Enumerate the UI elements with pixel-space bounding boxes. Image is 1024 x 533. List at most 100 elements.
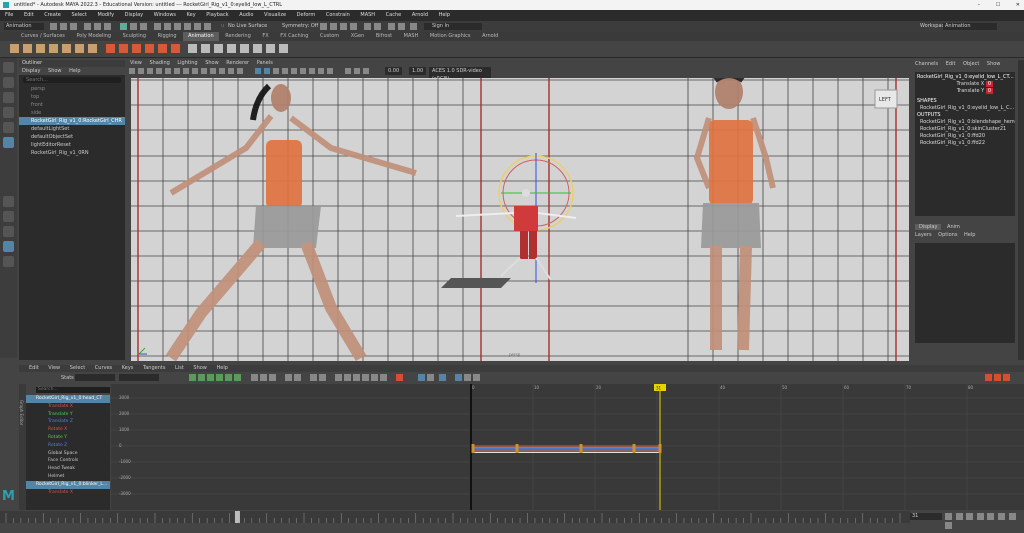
cb-attr-row[interactable]: Translate Y 0 (917, 88, 1013, 95)
cb-attr-ty-value[interactable]: 0 (985, 88, 993, 94)
sign-in-button[interactable]: Sign In (424, 23, 482, 30)
shelf-tab-custom[interactable]: Custom (315, 32, 344, 41)
menu-key[interactable]: Key (187, 12, 196, 18)
shelf-tab-curves[interactable]: Curves / Surfaces (16, 32, 70, 41)
outliner-item-front[interactable]: front (19, 101, 125, 109)
magnet-icon[interactable]: ∪ (221, 23, 225, 29)
ge-key[interactable] (658, 450, 662, 453)
play-forward-icon[interactable] (987, 513, 995, 520)
render-icons[interactable] (320, 23, 420, 31)
time-slider-ruler[interactable] (0, 511, 910, 523)
step-back-icon[interactable] (955, 513, 963, 520)
menu-select[interactable]: Select (71, 12, 86, 18)
ge-channel-item[interactable]: Rotate Z (26, 442, 110, 450)
layout-four-icon[interactable] (3, 211, 14, 222)
exposure-field[interactable]: 0.00 (385, 67, 403, 75)
outliner-item-top[interactable]: top (19, 93, 125, 101)
shelf-tab-fx[interactable]: FX (257, 32, 273, 41)
menu-help[interactable]: Help (439, 12, 450, 18)
ge-channel-item[interactable]: Translate X (26, 403, 110, 411)
outliner-search-input[interactable]: Search... (23, 77, 121, 83)
cb-output-item[interactable]: RocketGirl_Rig_v1_0:skinCluster21 (917, 126, 1013, 133)
viewport-menu-show[interactable]: Show (205, 60, 219, 66)
menu-cache[interactable]: Cache (386, 12, 402, 18)
layer-tab-display[interactable]: Display (915, 224, 942, 230)
ge-channel-item[interactable]: RocketGirl_Rig_v1_0:blinker_L... (26, 480, 110, 489)
outliner-item-persp[interactable]: persp (19, 85, 125, 93)
outliner-menu-display[interactable]: Display (22, 68, 40, 74)
scale-tool-icon[interactable] (3, 137, 14, 148)
ge-key[interactable] (632, 444, 636, 447)
outliner-item-rocketgirl-chr[interactable]: RocketGirl_Rig_v1_0:RocketGirl_CHR (19, 117, 125, 125)
cb-output-item[interactable]: RocketGirl_Rig_v1_0:blendshape_hem (917, 119, 1015, 126)
shelf-tab-sculpting[interactable]: Sculpting (118, 32, 151, 41)
ge-channel-item[interactable]: RocketGirl_Rig_v1_0:head_CT (26, 395, 110, 403)
menu-visualize[interactable]: Visualize (264, 12, 286, 18)
layout-single-icon[interactable] (3, 196, 14, 207)
menu-deform[interactable]: Deform (297, 12, 316, 18)
cb-attr-row[interactable]: Translate X 0 (917, 81, 1013, 88)
outliner-item-default-object-set[interactable]: defaultObjectSet (19, 133, 125, 141)
shelf-tab-xgen[interactable]: XGen (346, 32, 370, 41)
step-forward-icon[interactable] (1008, 513, 1016, 520)
viewport-toolbar-icons[interactable] (129, 67, 379, 75)
ge-channel-item[interactable]: Head Tweak (26, 465, 110, 473)
ge-channel-item[interactable]: Translate Z (26, 418, 110, 426)
menu-audio[interactable]: Audio (239, 12, 253, 18)
status-icons[interactable] (50, 23, 220, 31)
ge-menu-edit[interactable]: Edit (29, 365, 39, 371)
ge-menu-show[interactable]: Show (193, 365, 207, 371)
menu-display[interactable]: Display (125, 12, 143, 18)
maximize-button[interactable]: ☐ (996, 2, 1000, 8)
rotate-tool-icon[interactable] (3, 122, 14, 133)
cb-menu-channels[interactable]: Channels (915, 61, 938, 67)
outliner-menu-help[interactable]: Help (69, 68, 80, 74)
menu-modify[interactable]: Modify (98, 12, 115, 18)
ge-key[interactable] (658, 447, 662, 450)
menu-playback[interactable]: Playback (206, 12, 228, 18)
cb-menu-object[interactable]: Object (963, 61, 979, 67)
workspace-dropdown[interactable]: Animation (943, 23, 997, 30)
ge-menu-curves[interactable]: Curves (95, 365, 112, 371)
cb-object-name[interactable]: RocketGirl_Rig_v1_0:eyelid_low_L_CT... (917, 74, 1014, 81)
viewport-menu-panels[interactable]: Panels (257, 60, 273, 66)
ge-key[interactable] (515, 444, 519, 447)
layer-list[interactable] (915, 243, 1015, 343)
outliner-item-light-editor-reset[interactable]: lightEditorReset (19, 141, 125, 149)
viewport-3d[interactable]: LEFT persp (131, 78, 909, 361)
ge-key[interactable] (632, 450, 636, 453)
ge-menu-keys[interactable]: Keys (122, 365, 134, 371)
shelf-tab-motion-graphics[interactable]: Motion Graphics (425, 32, 476, 41)
symmetry-label[interactable]: Symmetry: Off (282, 23, 318, 29)
step-forward-key-icon[interactable] (997, 513, 1005, 520)
viewport-menu-lighting[interactable]: Lighting (177, 60, 197, 66)
ge-channel-item[interactable]: Rotate Y (26, 434, 110, 442)
ge-right-icons[interactable] (985, 373, 1015, 383)
shelf-icons[interactable] (8, 41, 408, 57)
layer-menu-layers[interactable]: Layers (915, 232, 932, 238)
step-back-key-icon[interactable] (966, 513, 974, 520)
menu-create[interactable]: Create (44, 12, 61, 18)
ge-menu-select[interactable]: Select (70, 365, 85, 371)
shelf-tab-mash[interactable]: MASH (399, 32, 424, 41)
viewport-menu-renderer[interactable]: Renderer (226, 60, 249, 66)
cb-output-item[interactable]: RocketGirl_Rig_v1_0:ffd20 (917, 133, 1013, 140)
shelf-tab-rendering[interactable]: Rendering (220, 32, 256, 41)
cb-output-item[interactable]: RocketGirl_Rig_v1_0:ffd22 (917, 140, 1013, 147)
menu-windows[interactable]: Windows (154, 12, 176, 18)
side-panel-tabs[interactable] (1018, 60, 1024, 360)
outliner-item-rocketgirl-rn[interactable]: RocketGirl_Rig_v1_0RN (19, 149, 125, 157)
shelf-tab-rigging[interactable]: Rigging (153, 32, 182, 41)
ge-channel-item[interactable]: Translate Y (26, 411, 110, 419)
ge-menu-help[interactable]: Help (216, 365, 227, 371)
magnifier-icon[interactable] (3, 256, 14, 267)
select-tool-icon[interactable] (3, 62, 14, 73)
go-to-end-icon[interactable] (945, 522, 952, 529)
layout-split-icon[interactable] (3, 226, 14, 237)
shelf-tab-bifrost[interactable]: Bifrost (371, 32, 397, 41)
ge-key[interactable] (471, 444, 475, 447)
ge-channel-item[interactable]: Rotate X (26, 426, 110, 434)
shelf-tab-arnold[interactable]: Arnold (477, 32, 503, 41)
cb-shape-item[interactable]: RocketGirl_Rig_v1_0:eyelid_low_L_C... (917, 105, 1014, 112)
go-to-start-icon[interactable] (945, 513, 952, 520)
